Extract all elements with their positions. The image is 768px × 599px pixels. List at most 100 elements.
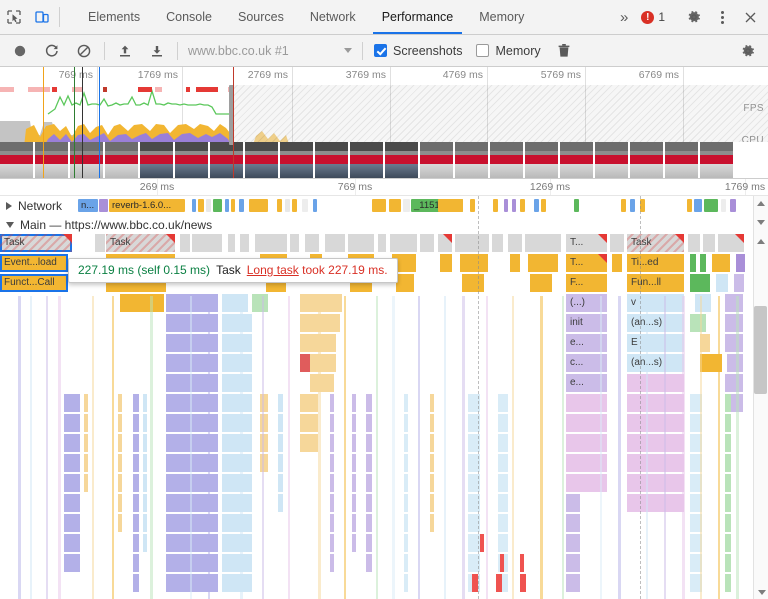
flame-bar[interactable] [330,494,334,512]
flame-bar[interactable] [330,394,334,412]
more-tabs-icon[interactable]: » [611,9,637,26]
flame-bar[interactable] [278,474,283,492]
flame-bar[interactable] [690,254,696,272]
flame-bar[interactable] [725,514,731,532]
screenshots-checkbox[interactable]: Screenshots [367,44,469,58]
flame-bar[interactable] [222,394,252,412]
flame-bar[interactable] [228,234,235,252]
flame-bar[interactable] [352,494,356,512]
flame-bar[interactable] [566,554,580,572]
flame-bar[interactable] [143,494,147,512]
flame-bar[interactable] [166,294,218,312]
flame-bar[interactable] [222,494,252,512]
flame-bar[interactable] [278,454,283,472]
flame-bar[interactable]: v [627,294,684,312]
flame-bar[interactable] [718,234,744,252]
flame-bar[interactable] [143,474,147,492]
flame-bar[interactable] [610,234,624,252]
flame-bar[interactable] [498,534,508,552]
flame-bar[interactable] [727,354,743,372]
flame-bar[interactable] [255,234,287,252]
scroll-up-arrow-network[interactable] [754,196,768,210]
flame-bar[interactable] [404,514,408,532]
flame-bar[interactable] [84,454,88,472]
filmstrip-frame[interactable] [105,142,140,178]
main-scrollbar-thumb[interactable] [754,306,767,394]
flame-bar[interactable] [133,434,139,452]
flame-bar-warning[interactable] [520,574,526,592]
flame-bar[interactable] [330,414,334,432]
filmstrip-frame[interactable] [595,142,630,178]
flame-bar[interactable] [725,314,743,332]
tab-performance[interactable]: Performance [369,0,467,34]
flame-bar[interactable] [700,254,706,272]
flame-bar[interactable] [430,414,434,432]
flame-bar[interactable] [64,554,80,572]
flame-bar[interactable] [627,414,684,432]
flame-bar[interactable] [166,554,218,572]
flame-bar[interactable]: Ti...ed [627,254,684,272]
flame-bar[interactable] [84,414,88,432]
flame-bar[interactable] [278,434,283,452]
tab-elements[interactable]: Elements [75,0,153,34]
flame-bar[interactable]: Fun...ll [627,274,684,292]
flame-bar[interactable] [404,394,408,412]
flame-bar[interactable] [64,534,80,552]
flame-bar[interactable] [725,474,731,492]
flame-bar[interactable] [222,534,252,552]
filmstrip-frame[interactable] [455,142,490,178]
flame-bar[interactable] [330,554,334,572]
flame-bar[interactable] [133,574,139,592]
flame-bar[interactable] [430,434,434,452]
gear-icon[interactable] [680,9,708,25]
flame-bar[interactable] [143,514,147,532]
flame-bar[interactable] [143,394,147,412]
main-track-flame-chart[interactable]: Task Task T... Task Event...load T... Ti...ed F… [0,196,768,599]
flame-bar[interactable] [240,234,249,252]
flame-bar[interactable] [688,234,700,252]
flame-bar[interactable] [143,534,147,552]
flame-bar[interactable] [118,514,122,532]
flame-bar[interactable] [84,394,88,412]
tab-memory[interactable]: Memory [466,0,537,34]
flame-bar[interactable] [460,254,488,272]
flame-bar[interactable] [133,414,139,432]
flame-bar[interactable] [716,274,728,292]
flame-bar[interactable] [64,414,80,432]
track-header-network[interactable]: Network [0,196,62,215]
flame-bar[interactable] [690,274,710,292]
flame-bar[interactable] [133,554,139,572]
load-profile-button[interactable] [109,37,141,65]
tab-sources[interactable]: Sources [225,0,297,34]
flame-bar[interactable] [222,434,252,452]
flame-bar[interactable] [166,314,218,332]
flame-bar[interactable] [725,294,743,312]
flame-bar[interactable] [222,454,252,472]
timeline-overview[interactable]: 769 ms 1769 ms 2769 ms 3769 ms 4769 ms 5769 m… [0,67,768,179]
flame-bar[interactable] [498,494,508,512]
flame-bar[interactable] [725,394,731,412]
flame-bar[interactable] [366,474,372,492]
flame-bar[interactable] [725,414,731,432]
flame-bar[interactable] [166,414,218,432]
inspect-element-icon[interactable] [0,0,28,34]
flame-bar[interactable] [352,474,356,492]
filmstrip-frame[interactable] [420,142,455,178]
flame-bar[interactable] [166,514,218,532]
flame-bar[interactable] [222,574,252,592]
flame-bar[interactable] [133,514,139,532]
flame-bar[interactable] [118,414,122,432]
filmstrip-frame[interactable] [315,142,350,178]
flame-bar[interactable] [166,454,218,472]
flame-bar[interactable] [180,234,190,252]
flame-bar[interactable] [404,534,408,552]
network-scrollbar[interactable] [753,196,768,215]
flame-bar[interactable] [404,454,408,472]
flame-bar[interactable] [330,434,334,452]
flame-bar-warning[interactable] [500,554,504,572]
flame-bar[interactable] [498,414,508,432]
flame-bar[interactable] [725,434,731,452]
flame-bar[interactable] [118,394,122,412]
flame-bar[interactable] [300,354,310,372]
flame-bar[interactable] [252,294,268,312]
